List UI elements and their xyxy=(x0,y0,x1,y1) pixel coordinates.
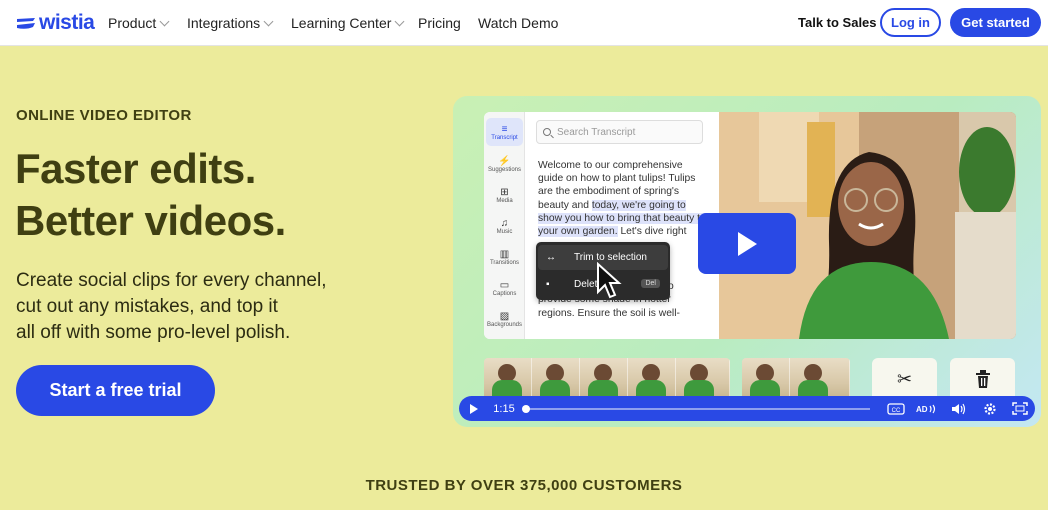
rail-label: Music xyxy=(496,228,513,235)
play-icon xyxy=(470,403,478,414)
wistia-logo-mark-icon xyxy=(17,17,35,29)
nav-item-label: Learning Center xyxy=(291,15,392,31)
gear-icon xyxy=(984,402,996,415)
music-icon: ♫ xyxy=(500,217,509,229)
lightning-icon: ⚡ xyxy=(498,155,511,167)
hero-subtitle: Create social clips for every channel, c… xyxy=(16,268,356,346)
captions-button[interactable]: CC xyxy=(885,396,907,421)
clip-thumbnail xyxy=(580,358,628,400)
brand-name: wistia xyxy=(39,11,95,34)
rail-item-transcript[interactable]: ≡ Transcript xyxy=(486,118,523,146)
chevron-down-icon xyxy=(394,16,405,26)
rail-label: Transitions xyxy=(489,259,520,266)
mouse-cursor-icon xyxy=(597,262,622,299)
scissors-icon: ✂ xyxy=(896,368,913,389)
trash-tool-button[interactable] xyxy=(950,358,1015,400)
play-icon xyxy=(738,231,757,256)
clip-thumbnail xyxy=(742,358,790,400)
nav-item-label: Pricing xyxy=(418,15,461,31)
audio-description-button[interactable]: AD xyxy=(915,396,939,421)
hero-eyebrow: ONLINE VIDEO EDITOR xyxy=(16,107,192,124)
hero-headline: Faster edits. Better videos. xyxy=(15,143,286,247)
play-button[interactable] xyxy=(698,213,796,274)
hero-subtitle-line-3: all off with some pro-level polish. xyxy=(16,322,291,343)
login-button[interactable]: Log in xyxy=(880,8,941,37)
clip-thumbnail xyxy=(790,358,850,400)
hero-subtitle-line-2: cut out any mistakes, and top it xyxy=(16,296,278,317)
nav-item-label: Product xyxy=(108,15,157,31)
rail-label: Suggestions xyxy=(487,166,522,173)
volume-button[interactable] xyxy=(948,396,970,421)
timeline-clip-2[interactable] xyxy=(742,358,850,400)
transcript-text-after: Let's dive right xyxy=(617,226,687,238)
nav-item-watch-demo[interactable]: Watch Demo xyxy=(478,15,558,31)
scissors-tool-button[interactable]: ✂ xyxy=(872,358,937,400)
chevron-down-icon xyxy=(159,16,170,26)
rail-label: Media xyxy=(496,197,513,204)
clip-thumbnail xyxy=(484,358,532,400)
search-transcript-input[interactable]: Search Transcript xyxy=(536,120,703,144)
trash-icon: ▪ xyxy=(546,279,550,290)
trusted-by-heading: TRUSTED BY OVER 375,000 CUSTOMERS xyxy=(365,477,683,494)
controls-play-button[interactable] xyxy=(466,396,482,421)
transcript-tail-3: regions. Ensure the soil is well- xyxy=(538,307,680,319)
svg-text:AD: AD xyxy=(916,405,928,414)
svg-text:CC: CC xyxy=(892,408,901,414)
delete-shortcut-badge: Del xyxy=(641,279,660,288)
nav-item-learning-center[interactable]: Learning Center xyxy=(291,15,405,31)
rail-item-media[interactable]: ⊞ Media xyxy=(486,181,523,209)
hero-headline-line-1: Faster edits. xyxy=(15,145,256,192)
transcript-icon: ≡ xyxy=(501,123,508,135)
progress-handle[interactable] xyxy=(522,405,530,413)
nav-item-label: Integrations xyxy=(187,15,261,31)
rail-item-suggestions[interactable]: ⚡ Suggestions xyxy=(486,150,523,178)
captions-icon: ▭ xyxy=(499,279,510,291)
hero-subtitle-line-1: Create social clips for every channel, xyxy=(16,270,327,291)
wistia-logo[interactable]: wistia xyxy=(16,11,95,35)
search-icon xyxy=(543,128,551,136)
clip-thumbnail xyxy=(628,358,676,400)
nav-item-product[interactable]: Product xyxy=(108,15,170,31)
rail-label: Captions xyxy=(492,290,517,297)
start-free-trial-button[interactable]: Start a free trial xyxy=(16,365,215,416)
progress-track[interactable] xyxy=(525,408,870,410)
nav-item-label: Watch Demo xyxy=(478,15,559,31)
fullscreen-icon xyxy=(1012,402,1028,415)
settings-button[interactable] xyxy=(979,396,1001,421)
rail-label: Transcript xyxy=(491,134,518,141)
rail-item-music[interactable]: ♫ Music xyxy=(486,212,523,240)
search-placeholder: Search Transcript xyxy=(557,126,636,138)
timeline-clip-1[interactable] xyxy=(484,358,730,400)
hero-headline-line-2: Better videos. xyxy=(15,197,286,244)
trim-icon: ↔ xyxy=(546,252,556,263)
trash-icon xyxy=(975,370,990,388)
playback-time: 1:15 xyxy=(493,402,515,415)
audio-description-icon: AD xyxy=(916,404,936,414)
fullscreen-button[interactable] xyxy=(1009,396,1031,421)
rail-label: Backgrounds xyxy=(486,321,523,328)
rail-item-captions[interactable]: ▭ Captions xyxy=(486,274,523,302)
top-navigation: wistia Product Integrations Learning Cen… xyxy=(0,0,1048,46)
nav-item-pricing[interactable]: Pricing xyxy=(418,15,461,31)
cc-icon: CC xyxy=(887,402,905,415)
rail-item-backgrounds[interactable]: ▨ Backgrounds xyxy=(486,305,523,333)
clip-thumbnail xyxy=(676,358,730,400)
talk-to-sales-link[interactable]: Talk to Sales xyxy=(798,15,877,30)
backgrounds-icon: ▨ xyxy=(499,310,510,322)
chevron-down-icon xyxy=(263,16,274,26)
transitions-icon: ▥ xyxy=(499,248,510,260)
get-started-button[interactable]: Get started xyxy=(950,8,1041,37)
transcript-editor-panel: ≡ Transcript ⚡ Suggestions ⊞ Media ♫ Music ▥… xyxy=(484,112,719,339)
rail-item-transitions[interactable]: ▥ Transitions xyxy=(486,243,523,271)
editor-tool-rail: ≡ Transcript ⚡ Suggestions ⊞ Media ♫ Music ▥… xyxy=(484,112,525,339)
media-icon: ⊞ xyxy=(500,186,509,198)
volume-icon xyxy=(952,403,966,414)
clip-thumbnail xyxy=(532,358,580,400)
nav-item-integrations[interactable]: Integrations xyxy=(187,15,274,31)
